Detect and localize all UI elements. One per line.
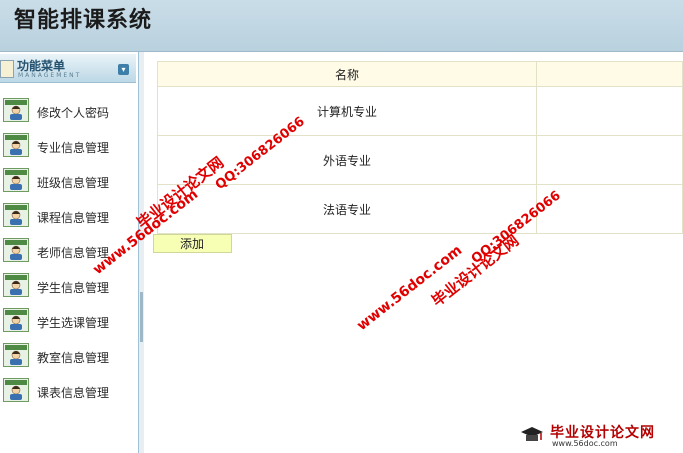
sidebar-item-label: 学生信息管理: [37, 281, 110, 295]
sidebar-item[interactable]: 学生信息管理: [0, 273, 136, 301]
site-logo: 毕业设计论文网 www.56doc.com: [520, 422, 680, 450]
sidebar-item[interactable]: 专业信息管理: [0, 133, 136, 161]
app-header: 智能排课系统: [0, 0, 683, 52]
user-admin-icon: [3, 273, 29, 297]
sidebar-item[interactable]: 修改个人密码: [0, 98, 136, 126]
table-row: 计算机专业: [156, 86, 683, 136]
sidebar-item-label: 老师信息管理: [37, 246, 110, 260]
user-admin-icon: [3, 168, 29, 192]
table-cell-name: 外语专业: [156, 135, 538, 185]
splitter-grip[interactable]: [140, 292, 143, 342]
column-header-empty: [536, 61, 683, 87]
user-admin-icon: [3, 343, 29, 367]
collapse-menu-icon[interactable]: ▾: [118, 64, 129, 75]
sidebar-item[interactable]: 老师信息管理: [0, 238, 136, 266]
sidebar-item[interactable]: 班级信息管理: [0, 168, 136, 196]
sidebar-item-label: 课表信息管理: [37, 386, 110, 400]
user-admin-icon: [3, 308, 29, 332]
table-cell-empty: [536, 86, 683, 136]
user-admin-icon: [3, 378, 29, 402]
sidebar-item-label: 专业信息管理: [37, 141, 110, 155]
sidebar-item-label: 班级信息管理: [37, 176, 110, 190]
app-title: 智能排课系统: [14, 8, 153, 33]
sidebar-splitter[interactable]: [139, 52, 144, 453]
sidebar-item-label: 修改个人密码: [37, 106, 110, 120]
table-cell-empty: [536, 184, 683, 234]
main-content: 名称 计算机专业 外语专业 法语专业 添加: [145, 52, 683, 453]
table-row: 外语专业: [156, 135, 683, 185]
sidebar-item-label: 学生选课管理: [37, 316, 110, 330]
sidebar: 功能菜单 MANAGEMENT ▾ 修改个人密码 专业信息管理 班级信息管理 课程信息…: [0, 52, 140, 453]
add-button[interactable]: 添加: [153, 234, 232, 253]
sidebar-item[interactable]: 学生选课管理: [0, 308, 136, 336]
user-admin-icon: [3, 98, 29, 122]
table-cell-name: 计算机专业: [156, 86, 538, 136]
book-icon: [0, 60, 14, 78]
user-admin-icon: [3, 203, 29, 227]
menu-header-subtitle: MANAGEMENT: [18, 72, 82, 79]
sidebar-item[interactable]: 课程信息管理: [0, 203, 136, 231]
column-header-name: 名称: [156, 61, 538, 87]
graduation-cap-icon: [521, 427, 543, 441]
table-header-row: 名称: [156, 61, 683, 87]
sidebar-item[interactable]: 教室信息管理: [0, 343, 136, 371]
sidebar-item-label: 课程信息管理: [37, 211, 110, 225]
user-admin-icon: [3, 133, 29, 157]
table-cell-empty: [536, 135, 683, 185]
table-row: 法语专业: [156, 184, 683, 234]
major-table: 名称 计算机专业 外语专业 法语专业: [156, 61, 683, 234]
sidebar-item-label: 教室信息管理: [37, 351, 110, 365]
user-admin-icon: [3, 238, 29, 262]
sidebar-item[interactable]: 课表信息管理: [0, 378, 136, 406]
logo-url: www.56doc.com: [552, 439, 618, 448]
table-cell-name: 法语专业: [156, 184, 538, 234]
menu-header: 功能菜单 MANAGEMENT ▾: [0, 54, 136, 83]
